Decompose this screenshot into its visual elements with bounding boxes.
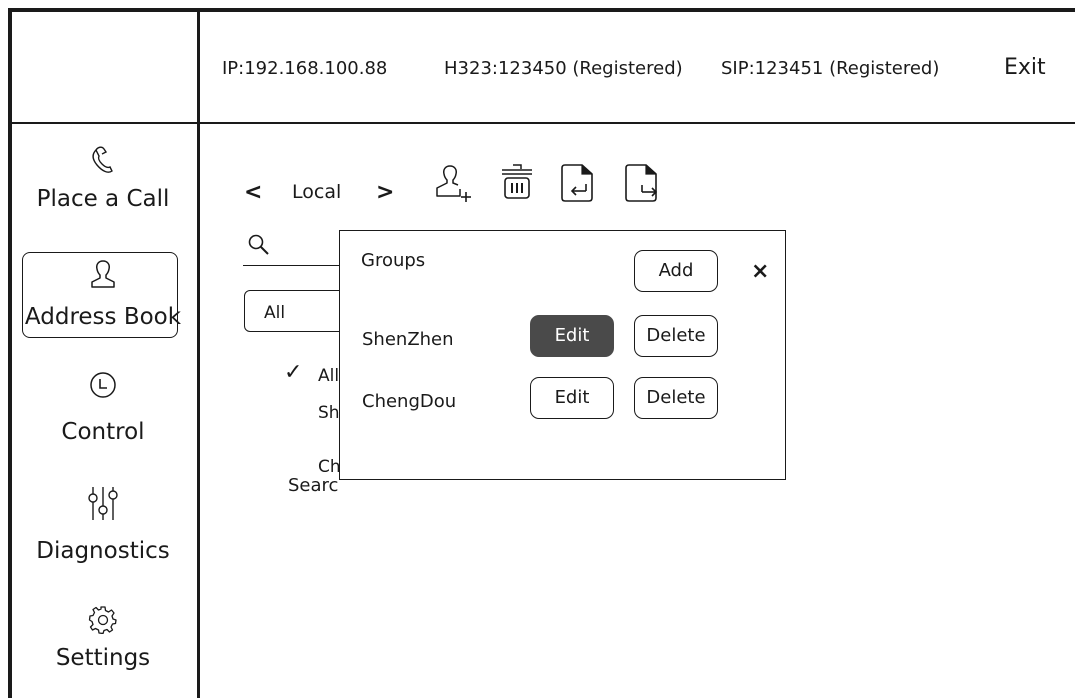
group-filter-select[interactable] bbox=[244, 290, 354, 332]
check-icon: ✓ bbox=[284, 360, 303, 385]
search-input[interactable]: Searc bbox=[243, 233, 343, 496]
list-item[interactable]: Sh bbox=[318, 403, 340, 423]
edit-group-button[interactable]: Edit bbox=[530, 377, 614, 419]
sidebar-item-address-book[interactable]: Address Book bbox=[12, 256, 194, 330]
list-item[interactable]: Ch bbox=[318, 457, 341, 477]
search-icon bbox=[248, 234, 269, 255]
exit-button[interactable]: Exit bbox=[1004, 55, 1046, 80]
import-icon[interactable] bbox=[558, 160, 598, 206]
sidebar-item-label: Address Book bbox=[24, 304, 182, 330]
add-contact-icon[interactable] bbox=[430, 160, 474, 206]
sidebar-item-label: Settings bbox=[55, 645, 151, 671]
group-name: ChengDou bbox=[362, 391, 457, 412]
delete-group-button[interactable]: Delete bbox=[634, 377, 718, 419]
sidebar-item-label: Control bbox=[61, 419, 145, 445]
sidebar-item-diagnostics[interactable]: Diagnostics bbox=[12, 484, 194, 564]
next-source-button[interactable]: > bbox=[376, 180, 394, 205]
h323-status: H323:123450 (Registered) bbox=[444, 58, 683, 79]
sidebar-item-place-a-call[interactable]: Place a Call bbox=[12, 140, 194, 212]
frame-border-top bbox=[8, 8, 1075, 12]
export-icon[interactable] bbox=[622, 160, 662, 206]
groups-dialog-title: Groups bbox=[361, 250, 426, 271]
sip-status: SIP:123451 (Registered) bbox=[721, 58, 940, 79]
group-filter-value: All bbox=[264, 303, 286, 323]
sidebar-item-label: Place a Call bbox=[36, 186, 170, 212]
search-placeholder: Searc bbox=[288, 475, 339, 496]
sidebar-item-control[interactable]: Control bbox=[12, 368, 194, 445]
gear-icon bbox=[88, 606, 117, 634]
add-group-button[interactable]: Add bbox=[634, 250, 718, 292]
sliders-icon bbox=[88, 487, 118, 520]
list-item[interactable]: All bbox=[318, 366, 339, 386]
app-window: IP:192.168.100.88 H323:123450 (Registere… bbox=[0, 0, 1075, 698]
source-label: Local bbox=[292, 181, 342, 203]
edit-group-button[interactable]: Edit bbox=[530, 315, 614, 357]
phone-icon bbox=[92, 146, 113, 173]
sidebar-item-label: Diagnostics bbox=[36, 538, 170, 564]
sidebar-item-settings[interactable]: Settings bbox=[12, 604, 194, 671]
ip-address-status: IP:192.168.100.88 bbox=[222, 58, 388, 79]
group-name: ShenZhen bbox=[362, 329, 454, 350]
previous-source-button[interactable]: < bbox=[244, 180, 262, 205]
sidebar-divider bbox=[197, 8, 200, 698]
clock-icon bbox=[90, 372, 116, 398]
header-divider bbox=[8, 122, 1075, 124]
delete-group-button[interactable]: Delete bbox=[634, 315, 718, 357]
contact-icon bbox=[91, 260, 115, 288]
close-icon[interactable]: × bbox=[751, 259, 769, 284]
frame-border-left bbox=[8, 8, 12, 698]
trash-icon[interactable] bbox=[498, 160, 536, 204]
